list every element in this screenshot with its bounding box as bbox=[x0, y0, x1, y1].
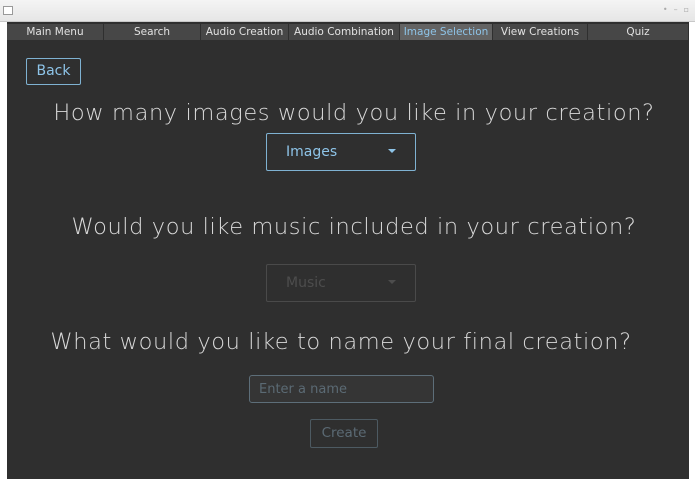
name-question: What would you like to name your final c… bbox=[50, 329, 632, 355]
images-question: How many images would you like in your c… bbox=[53, 100, 655, 126]
images-dropdown[interactable]: Images bbox=[266, 133, 416, 171]
window-icon bbox=[3, 6, 13, 15]
app-content: Main Menu Search Audio Creation Audio Co… bbox=[7, 22, 689, 479]
tab-audio-combination[interactable]: Audio Combination bbox=[289, 24, 400, 40]
chevron-down-icon bbox=[388, 149, 396, 153]
tab-bar: Main Menu Search Audio Creation Audio Co… bbox=[7, 24, 689, 40]
minimize-dot-icon[interactable]: • bbox=[663, 5, 668, 15]
back-button[interactable]: Back bbox=[26, 58, 81, 85]
tab-search[interactable]: Search bbox=[104, 24, 201, 40]
minimize-icon[interactable]: – bbox=[674, 5, 678, 15]
chevron-down-icon bbox=[388, 280, 396, 284]
music-dropdown: Music bbox=[266, 264, 416, 302]
window-controls: • – ▫ bbox=[663, 5, 689, 15]
tab-image-selection[interactable]: Image Selection bbox=[400, 24, 493, 40]
maximize-icon[interactable]: ▫ bbox=[684, 5, 689, 15]
music-dropdown-value: Music bbox=[286, 275, 326, 291]
music-question: Would you like music included in your cr… bbox=[71, 214, 637, 240]
tab-audio-creation[interactable]: Audio Creation bbox=[201, 24, 289, 40]
tab-quiz[interactable]: Quiz bbox=[588, 24, 689, 40]
creation-name-input[interactable] bbox=[249, 375, 434, 403]
tab-view-creations[interactable]: View Creations bbox=[493, 24, 588, 40]
tab-main-menu[interactable]: Main Menu bbox=[7, 24, 104, 40]
images-dropdown-value: Images bbox=[286, 144, 338, 160]
title-bar: • – ▫ bbox=[0, 0, 695, 22]
create-button[interactable]: Create bbox=[310, 419, 378, 448]
app-window: • – ▫ Main Menu Search Audio Creation Au… bbox=[0, 0, 695, 479]
